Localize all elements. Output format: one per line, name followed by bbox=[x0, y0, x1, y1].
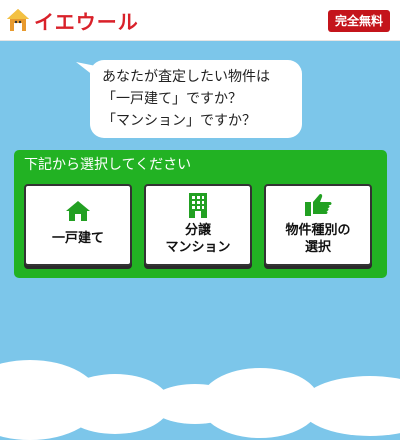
building-icon bbox=[189, 193, 207, 218]
detached-house-label: 一戸建て bbox=[51, 231, 104, 246]
site-header: イエウール 完全無料 bbox=[0, 0, 400, 41]
detached-house-button[interactable]: 一戸建て bbox=[24, 184, 132, 266]
bubble-line-3: 「マンション」ですか？ bbox=[102, 113, 256, 129]
condominium-button[interactable]: 分譲 マンション bbox=[144, 184, 252, 266]
question-speech-bubble: あなたが査定したい物件は 「一戸建て」ですか？ 「マンション」ですか？ bbox=[90, 60, 302, 138]
property-type-select-button[interactable]: 物件種別の 選択 bbox=[264, 184, 372, 266]
property-type-panel: 下記から選択してください 一戸建て 分譲 マンション 物件種別の 選択 bbox=[14, 150, 387, 278]
pointing-hand-icon bbox=[305, 193, 332, 216]
house-icon bbox=[66, 201, 90, 221]
logo-text: イエウール bbox=[34, 9, 139, 34]
logo-house-icon bbox=[6, 8, 30, 32]
panel-title: 下記から選択してください bbox=[24, 157, 192, 173]
free-badge: 完全無料 bbox=[327, 10, 390, 32]
bubble-line-1: あなたが査定したい物件は bbox=[102, 69, 270, 85]
site-logo[interactable]: イエウール bbox=[6, 6, 139, 34]
bubble-line-2: 「一戸建て」ですか？ bbox=[102, 91, 242, 107]
condominium-label: 分譲 マンション bbox=[165, 223, 231, 255]
property-type-select-label: 物件種別の 選択 bbox=[285, 223, 351, 255]
